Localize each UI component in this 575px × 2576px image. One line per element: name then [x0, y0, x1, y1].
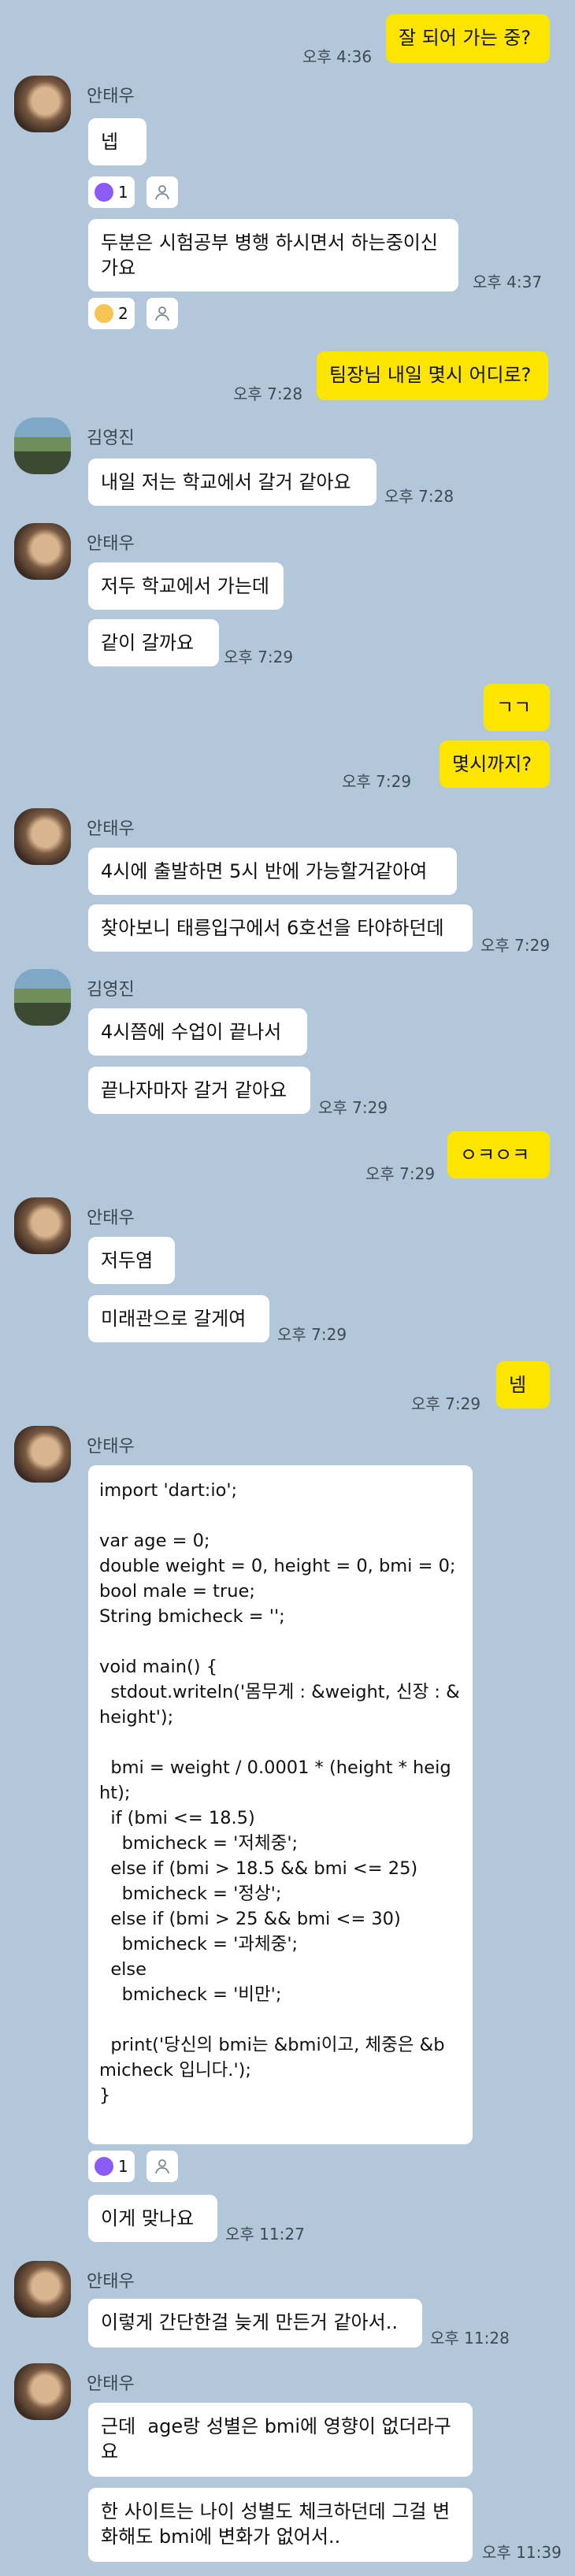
sad-face-icon [95, 304, 113, 323]
message-bubble-incoming[interactable]: 이게 맞나요 [88, 2195, 217, 2242]
sender-avatar[interactable] [14, 418, 71, 474]
sender-name: 김영진 [87, 429, 135, 448]
message-bubble-incoming[interactable]: 저두 학교에서 가는데 [88, 562, 284, 610]
message-bubble-incoming[interactable]: 4시쯤에 수업이 끝나서 [88, 1008, 307, 1056]
reaction-count: 1 [118, 183, 128, 202]
message-bubble-outgoing[interactable]: 몇시까지? [440, 741, 550, 788]
message-time: 오후 11:39 [482, 2543, 562, 2562]
message-time: 오후 7:29 [342, 772, 412, 791]
message-bubble-incoming[interactable]: 4시에 출발하면 5시 반에 가능할거같아여 [88, 848, 457, 895]
message-bubble-incoming[interactable]: 같이 갈까요 [88, 619, 219, 666]
message-bubble-incoming[interactable]: 두분은 시험공부 병행 하시면서 하는중이신가요 [88, 219, 458, 291]
reaction-badge[interactable]: 2 [88, 298, 135, 329]
reaction-badge[interactable]: 1 [88, 2151, 135, 2182]
sender-name: 안태우 [87, 819, 135, 839]
message-time: 오후 11:27 [225, 2225, 305, 2244]
message-bubble-incoming[interactable]: 내일 저는 학교에서 갈거 같아요 [88, 458, 377, 506]
message-time: 오후 4:36 [302, 47, 373, 66]
message-bubble-incoming[interactable]: 저두염 [88, 1237, 175, 1284]
sender-name: 안태우 [87, 1437, 135, 1457]
message-time: 오후 7:29 [365, 1164, 436, 1183]
message-time: 오후 7:28 [233, 384, 303, 403]
sender-name: 안태우 [87, 1208, 135, 1228]
sender-avatar[interactable] [14, 2363, 71, 2420]
sender-avatar[interactable] [14, 1426, 71, 1483]
message-bubble-incoming[interactable]: 찾아보니 태릉입구에서 6호선을 타야하던데 [88, 904, 473, 952]
person-icon[interactable] [147, 176, 178, 208]
message-bubble-outgoing[interactable]: 잘 되어 가는 중? [386, 14, 550, 63]
message-time: 오후 7:29 [224, 648, 294, 666]
message-bubble-incoming[interactable]: 미래관으로 갈게여 [88, 1295, 269, 1342]
message-bubble-incoming[interactable]: 이렇게 간단한걸 늦게 만든거 같아서.. [88, 2299, 422, 2348]
message-time: 오후 7:29 [277, 1325, 347, 1344]
sender-name: 안태우 [87, 2272, 135, 2292]
message-bubble-outgoing[interactable]: ㄱㄱ [484, 684, 550, 731]
sender-avatar[interactable] [14, 808, 71, 865]
reaction-count: 2 [118, 304, 128, 323]
message-time: 오후 4:37 [473, 273, 543, 291]
message-bubble-incoming[interactable]: 근데 age랑 성별은 bmi에 영향이 없더라구요 [88, 2403, 473, 2477]
sender-name: 김영진 [87, 980, 135, 1000]
person-icon[interactable] [147, 2151, 178, 2182]
message-bubble-outgoing[interactable]: ㅇㅋㅇㅋ [447, 1131, 550, 1179]
sender-avatar[interactable] [14, 2261, 71, 2318]
message-bubble-incoming[interactable]: 끝나자마자 갈거 같아요 [88, 1067, 310, 1114]
sender-name: 안태우 [87, 534, 135, 554]
thumbs-up-icon [95, 2157, 113, 2176]
message-bubble-outgoing[interactable]: 넴 [496, 1361, 550, 1409]
sender-avatar[interactable] [14, 523, 71, 580]
message-time: 오후 7:29 [480, 936, 551, 955]
sender-name: 안태우 [87, 87, 135, 106]
chat-room: 오후 4:36 잘 되어 가는 중? 안태우 넵 1 두분은 시험공부 병행 하… [0, 0, 575, 2576]
message-time: 오후 7:29 [411, 1394, 481, 1413]
message-bubble-incoming[interactable]: 넵 [88, 118, 147, 165]
message-time: 오후 7:29 [318, 1098, 388, 1117]
message-time: 오후 7:28 [384, 487, 454, 506]
message-bubble-outgoing[interactable]: 팀장님 내일 몇시 어디로? [317, 351, 548, 400]
thumbs-up-icon [95, 183, 113, 202]
sender-avatar[interactable] [14, 1197, 71, 1254]
reaction-badge[interactable]: 1 [88, 176, 135, 208]
sender-name: 안태우 [87, 2374, 135, 2394]
person-icon[interactable] [147, 298, 178, 329]
sender-avatar[interactable] [14, 969, 71, 1026]
message-time: 오후 11:28 [430, 2329, 510, 2348]
sender-avatar[interactable] [14, 76, 71, 132]
message-bubble-code[interactable]: import 'dart:io'; var age = 0; double we… [88, 1465, 473, 2144]
reaction-count: 1 [118, 2157, 128, 2176]
message-bubble-incoming[interactable]: 한 사이트는 나이 성별도 체크하던데 그걸 변화해도 bmi에 변화가 없어서… [88, 2488, 473, 2562]
